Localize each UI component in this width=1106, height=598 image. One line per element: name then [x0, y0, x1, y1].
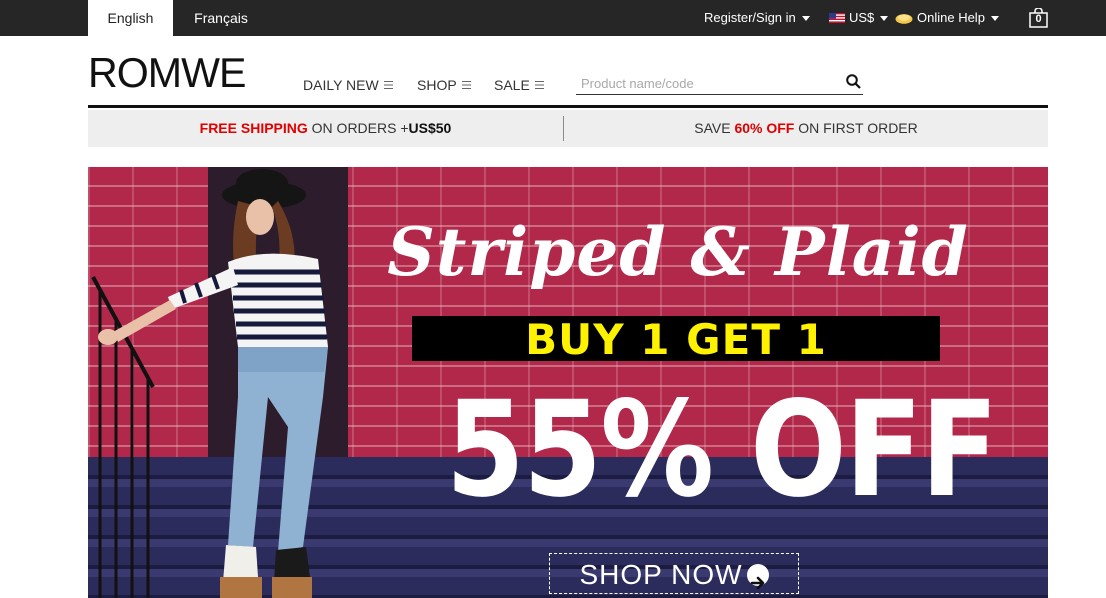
search-input[interactable] [581, 73, 831, 93]
chevron-down-icon [880, 16, 889, 22]
help-icon [895, 13, 913, 24]
register-signin-menu[interactable]: Register/Sign in [704, 0, 810, 36]
menu-lines-icon [461, 81, 471, 90]
hero-banner[interactable]: Striped & Plaid BUY 1 GET 1 55% OFF SHOP… [88, 167, 1048, 598]
online-help-menu[interactable]: Online Help [895, 0, 999, 36]
shop-now-label: SHOP NOW [579, 559, 743, 590]
promo-strip: FREE SHIPPING ON ORDERS +US$50 SAVE 60% … [88, 110, 1048, 147]
language-tab-english[interactable]: English [88, 0, 173, 36]
language-tab-french[interactable]: Français [173, 0, 269, 36]
header-divider [88, 105, 1048, 108]
menu-lines-icon [534, 81, 544, 90]
chevron-down-icon [990, 16, 999, 22]
first-order-promo[interactable]: SAVE 60% OFF ON FIRST ORDER [564, 110, 1048, 147]
top-bar: English Français Register/Sign in US$ On… [0, 0, 1106, 36]
menu-lines-icon [383, 81, 393, 90]
cart-count: 0 [1035, 13, 1042, 25]
register-signin-label: Register/Sign in [704, 10, 796, 25]
nav-shop-label: SHOP [417, 77, 457, 93]
online-help-label: Online Help [917, 10, 985, 25]
search-bar [576, 70, 863, 95]
romwe-logo[interactable]: ROMWE [88, 52, 246, 94]
nav-sale-label: SALE [494, 77, 530, 93]
nav-shop[interactable]: SHOP [417, 77, 471, 93]
banner-headline: Striped & Plaid [387, 213, 969, 291]
nav-sale[interactable]: SALE [494, 77, 544, 93]
first-order-highlight: 60% OFF [734, 120, 795, 136]
model-photo [98, 169, 328, 598]
free-shipping-promo[interactable]: FREE SHIPPING ON ORDERS +US$50 [88, 110, 563, 147]
flag-us-icon [829, 12, 845, 23]
nav-daily-new-label: DAILY NEW [303, 77, 379, 93]
first-order-suffix: ON FIRST ORDER [794, 120, 918, 136]
free-shipping-amount: US$50 [408, 120, 452, 136]
free-shipping-highlight: FREE SHIPPING [199, 120, 308, 136]
nav-daily-new[interactable]: DAILY NEW [303, 77, 393, 93]
search-icon[interactable] [845, 73, 863, 91]
chevron-down-icon [801, 16, 810, 22]
shop-now-button[interactable]: SHOP NOW [549, 553, 799, 594]
currency-menu[interactable]: US$ [829, 0, 889, 36]
discount-text: 55% OFF [445, 373, 999, 527]
first-order-prefix: SAVE [694, 120, 735, 136]
currency-label: US$ [849, 10, 875, 25]
free-shipping-text: ON ORDERS + [307, 120, 409, 136]
cart-button[interactable]: 0 [1029, 7, 1048, 28]
arrow-right-icon [746, 563, 769, 589]
bogo-offer: BUY 1 GET 1 [412, 316, 940, 363]
